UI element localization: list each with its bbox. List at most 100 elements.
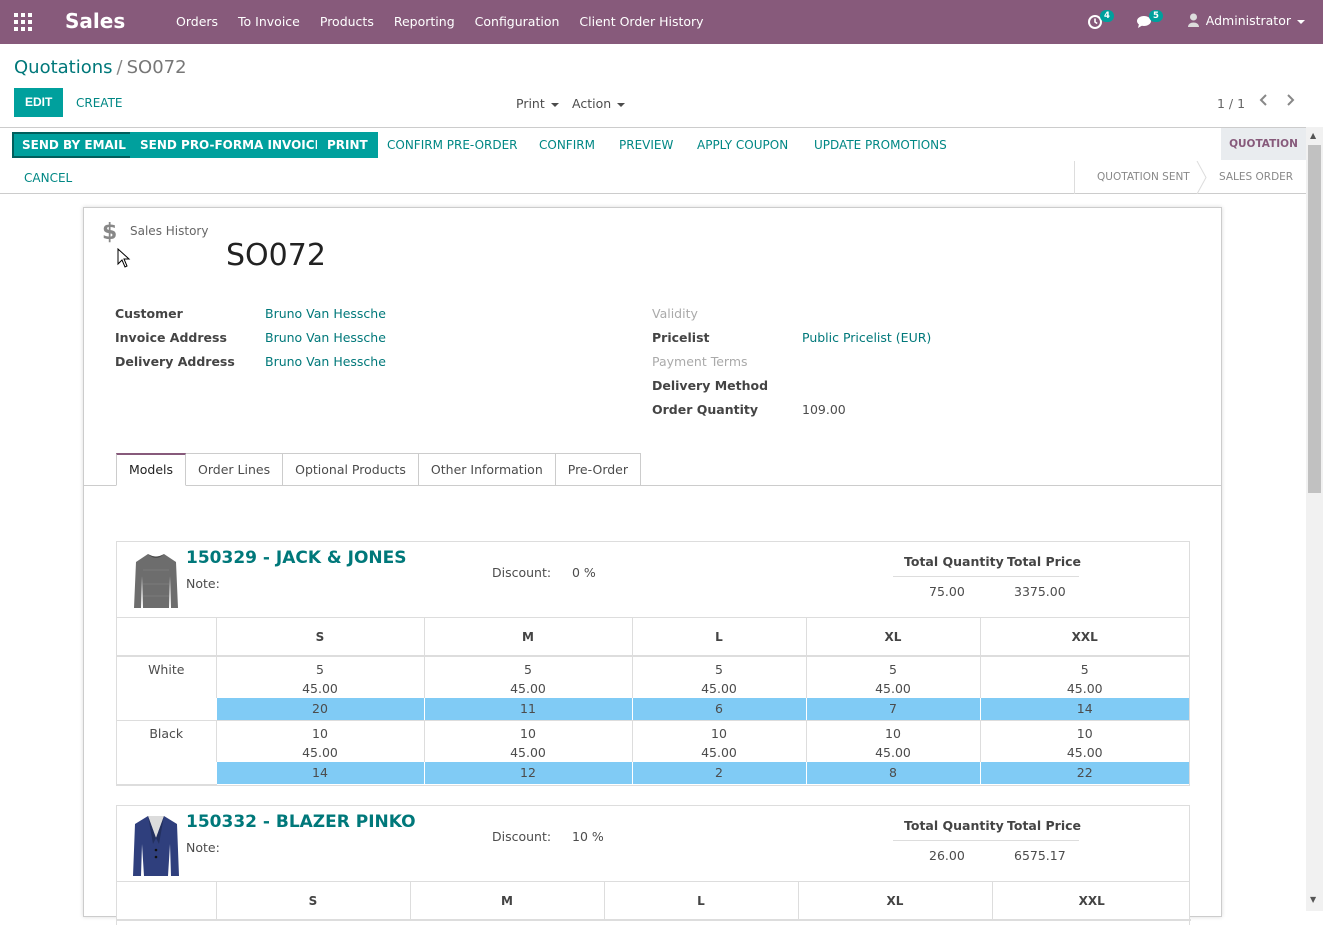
menu-item-configuration[interactable]: Configuration (465, 0, 570, 44)
stage-divider (1074, 161, 1075, 194)
scrollbar-thumb[interactable] (1308, 145, 1321, 493)
qty-cell[interactable]: 10 (979, 720, 1189, 743)
qty-cell[interactable]: 5 (805, 656, 980, 679)
price-cell: 45.00 (805, 743, 980, 762)
apply-coupon-button[interactable]: APPLY COUPON (697, 132, 788, 158)
stage-chevron-icon (1196, 160, 1208, 197)
qty-cell[interactable]: 10 (631, 720, 806, 743)
print-dropdown[interactable]: Print (516, 96, 559, 111)
stock-cell: 12 (423, 762, 632, 784)
print-button[interactable]: PRINT (317, 132, 378, 158)
model-title[interactable]: 150329 - JACK & JONES (186, 548, 407, 568)
stage-sales-order[interactable]: SALES ORDER (1219, 171, 1293, 183)
order-quantity-value: 109.00 (802, 402, 846, 417)
price-cell: 45.00 (979, 743, 1189, 762)
user-name: Administrator (1205, 13, 1291, 28)
price-cell: 45.00 (805, 679, 980, 698)
discount-value: 0 % (572, 565, 596, 580)
note-label: Note: (186, 840, 220, 855)
matrix-stock-row: 20 11 6 7 14 (117, 698, 1189, 721)
matrix-price-row: 45.00 45.00 45.00 45.00 45.00 (117, 679, 1189, 698)
pager-next-icon[interactable] (1286, 92, 1296, 111)
breadcrumb: Quotations / SO072 (14, 57, 187, 78)
tab-order-lines[interactable]: Order Lines (185, 453, 284, 485)
total-quantity-value: 26.00 (929, 848, 965, 863)
customer-value[interactable]: Bruno Van Hessche (265, 306, 386, 321)
confirm-button[interactable]: CONFIRM (539, 132, 595, 158)
edit-button[interactable]: EDIT (14, 88, 64, 117)
qty-cell[interactable]: 5 (979, 656, 1189, 679)
user-menu[interactable]: Administrator (1187, 13, 1305, 28)
tab-models[interactable]: Models (116, 453, 187, 486)
menu-item-to-invoice[interactable]: To Invoice (228, 0, 310, 44)
tab-optional-products[interactable]: Optional Products (282, 453, 419, 485)
tab-pre-order[interactable]: Pre-Order (554, 453, 642, 485)
dollar-icon: $ (102, 220, 118, 245)
top-navbar: Sales Orders To Invoice Products Reporti… (0, 0, 1323, 44)
breadcrumb-quotations[interactable]: Quotations (14, 57, 113, 78)
matrix-corner (117, 618, 216, 657)
pricelist-value[interactable]: Public Pricelist (EUR) (802, 330, 931, 345)
stage-quotation[interactable]: QUOTATION (1221, 128, 1306, 160)
customer-label: Customer (115, 306, 183, 321)
apps-menu-icon[interactable] (14, 13, 32, 31)
stage-quotation-sent[interactable]: QUOTATION SENT (1097, 171, 1190, 183)
menu-item-client-order-history[interactable]: Client Order History (569, 0, 713, 44)
user-avatar-icon (1187, 13, 1206, 28)
price-cell: 45.00 (215, 743, 424, 762)
menu-item-orders[interactable]: Orders (166, 0, 228, 44)
total-price-value: 6575.17 (1014, 848, 1066, 863)
delivery-address-value[interactable]: Bruno Van Hessche (265, 354, 386, 369)
matrix-stock-row: 14 12 2 8 22 (117, 762, 1189, 784)
size-header: M (423, 618, 632, 657)
size-header: L (603, 882, 798, 921)
invoice-address-value[interactable]: Bruno Van Hessche (265, 330, 386, 345)
price-cell: 45.00 (423, 679, 632, 698)
vertical-scrollbar[interactable]: ▲ ▼ (1306, 127, 1323, 911)
model-block: 150332 - BLAZER PINKO Note: Discount: 10… (116, 805, 1191, 925)
matrix-header-row: S M L XL XXL (117, 618, 1189, 657)
stock-cell: 14 (979, 698, 1189, 721)
form-statusbar: SEND BY EMAIL SEND PRO-FORMA INVOICE PRI… (0, 127, 1306, 197)
tab-other-information[interactable]: Other Information (417, 453, 556, 485)
pricelist-label: Pricelist (652, 330, 710, 345)
menu-item-products[interactable]: Products (310, 0, 384, 44)
qty-cell[interactable]: 5 (423, 656, 632, 679)
order-title: SO072 (226, 238, 326, 273)
scroll-up-icon[interactable]: ▲ (1310, 131, 1316, 140)
caret-down-icon (1297, 19, 1305, 24)
scroll-down-icon[interactable]: ▼ (1310, 895, 1316, 904)
app-name[interactable]: Sales (65, 9, 125, 33)
send-by-email-button[interactable]: SEND BY EMAIL (12, 132, 136, 158)
model-title[interactable]: 150332 - BLAZER PINKO (186, 812, 416, 832)
cancel-button[interactable]: CANCEL (24, 165, 72, 191)
update-promotions-button[interactable]: UPDATE PROMOTIONS (814, 132, 947, 158)
validity-label: Validity (652, 306, 698, 321)
messages-button[interactable]: 5 (1137, 10, 1165, 32)
confirm-pre-order-button[interactable]: CONFIRM PRE-ORDER (387, 132, 518, 158)
preview-button[interactable]: PREVIEW (619, 132, 673, 158)
qty-cell[interactable]: 5 (215, 656, 424, 679)
create-button[interactable]: CREATE (76, 96, 123, 110)
menu-item-reporting[interactable]: Reporting (384, 0, 465, 44)
breadcrumb-separator: / (116, 57, 123, 78)
pager-previous-icon[interactable] (1258, 92, 1268, 111)
activity-button[interactable]: 4 (1088, 10, 1116, 32)
action-dropdown[interactable]: Action (572, 96, 626, 111)
totals-divider (893, 576, 1079, 577)
total-price-value: 3375.00 (1014, 584, 1066, 599)
pager-value[interactable]: 1 / 1 (1217, 96, 1245, 111)
stock-cell: 14 (215, 762, 424, 784)
stock-cell: 7 (805, 698, 980, 721)
size-header: S (215, 882, 410, 921)
delivery-method-label: Delivery Method (652, 378, 769, 393)
main-menu: Orders To Invoice Products Reporting Con… (166, 0, 714, 44)
qty-cell[interactable]: 10 (805, 720, 980, 743)
matrix-header-row: S M L XL XXL (117, 882, 1191, 921)
price-cell: 45.00 (215, 679, 424, 698)
send-pro-forma-invoice-button[interactable]: SEND PRO-FORMA INVOICE (130, 132, 333, 158)
delivery-address-label: Delivery Address (115, 354, 235, 369)
qty-cell[interactable]: 10 (215, 720, 424, 743)
qty-cell[interactable]: 10 (423, 720, 632, 743)
qty-cell[interactable]: 5 (631, 656, 806, 679)
